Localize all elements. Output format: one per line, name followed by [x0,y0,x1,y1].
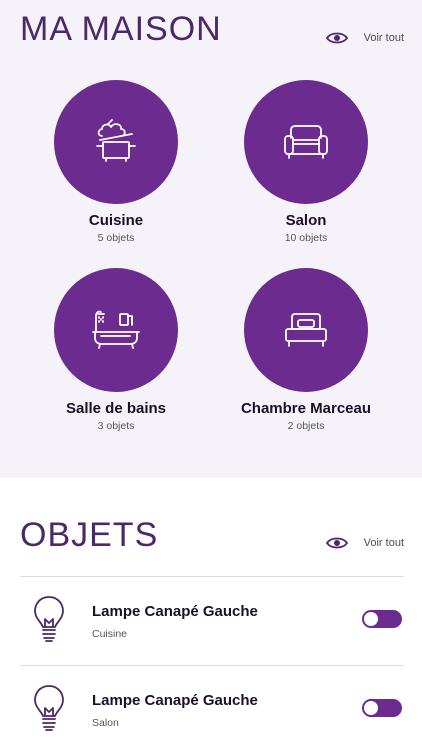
room-card-salle-de-bains[interactable]: Salle de bains 3 objets [21,268,211,432]
objects-title: OBJETS [20,516,159,554]
object-room: Salon [92,717,119,729]
object-name: Lampe Canapé Gauche [92,603,258,620]
bathtub-icon [92,310,140,349]
room-card-salon[interactable]: Salon 10 objets [211,80,401,244]
room-object-count: 3 objets [97,420,135,432]
room-name: Cuisine [88,212,144,229]
object-row[interactable]: Lampe Canapé Gauche Cuisine [20,577,404,665]
eye-icon [325,32,348,44]
object-name: Lampe Canapé Gauche [92,692,258,709]
room-circle [244,268,368,392]
room-circle [54,268,178,392]
room-card-chambre-marceau[interactable]: Chambre Marceau 2 objets [211,268,401,432]
room-name: Chambre Marceau [240,400,372,417]
home-see-all-link[interactable]: Voir tout [325,31,404,45]
object-room: Cuisine [92,628,128,640]
light-bulb-icon [34,685,64,731]
object-row[interactable]: Lampe Canapé Gauche Salon [20,666,404,754]
toggle-knob [364,612,378,626]
home-section: MA MAISON Voir tout Cuisine 5 objets Sal… [0,0,422,478]
objects-section: OBJETS Voir tout Lampe Canapé Gauche Cui… [0,478,422,750]
home-title: MA MAISON [20,10,222,48]
objects-see-all-link[interactable]: Voir tout [325,536,404,550]
armchair-icon [284,125,328,159]
room-object-count: 2 objets [287,420,325,432]
room-circle [54,80,178,204]
cooking-pot-icon [96,119,136,162]
room-object-count: 10 objets [284,232,328,244]
room-name: Salon [285,212,327,229]
object-power-toggle[interactable] [362,699,402,717]
object-power-toggle[interactable] [362,610,402,628]
bed-icon [285,313,327,347]
light-bulb-icon [34,596,64,642]
objects-see-all-label: Voir tout [363,537,404,549]
home-see-all-label: Voir tout [363,32,404,44]
toggle-knob [364,701,378,715]
eye-icon [325,537,348,549]
room-card-cuisine[interactable]: Cuisine 5 objets [21,80,211,244]
room-object-count: 5 objets [97,232,135,244]
room-circle [244,80,368,204]
room-name: Salle de bains [65,400,167,417]
